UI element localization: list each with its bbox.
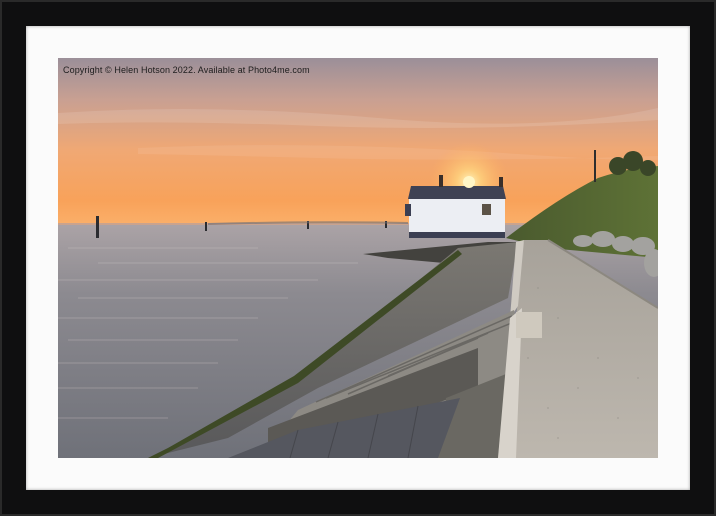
photo-scene [58, 58, 658, 458]
lamp-post [594, 150, 596, 182]
sunset-photo: Copyright © Helen Hotson 2022. Available… [58, 58, 658, 458]
copyright-watermark: Copyright © Helen Hotson 2022. Available… [63, 65, 310, 75]
sun [463, 176, 475, 188]
